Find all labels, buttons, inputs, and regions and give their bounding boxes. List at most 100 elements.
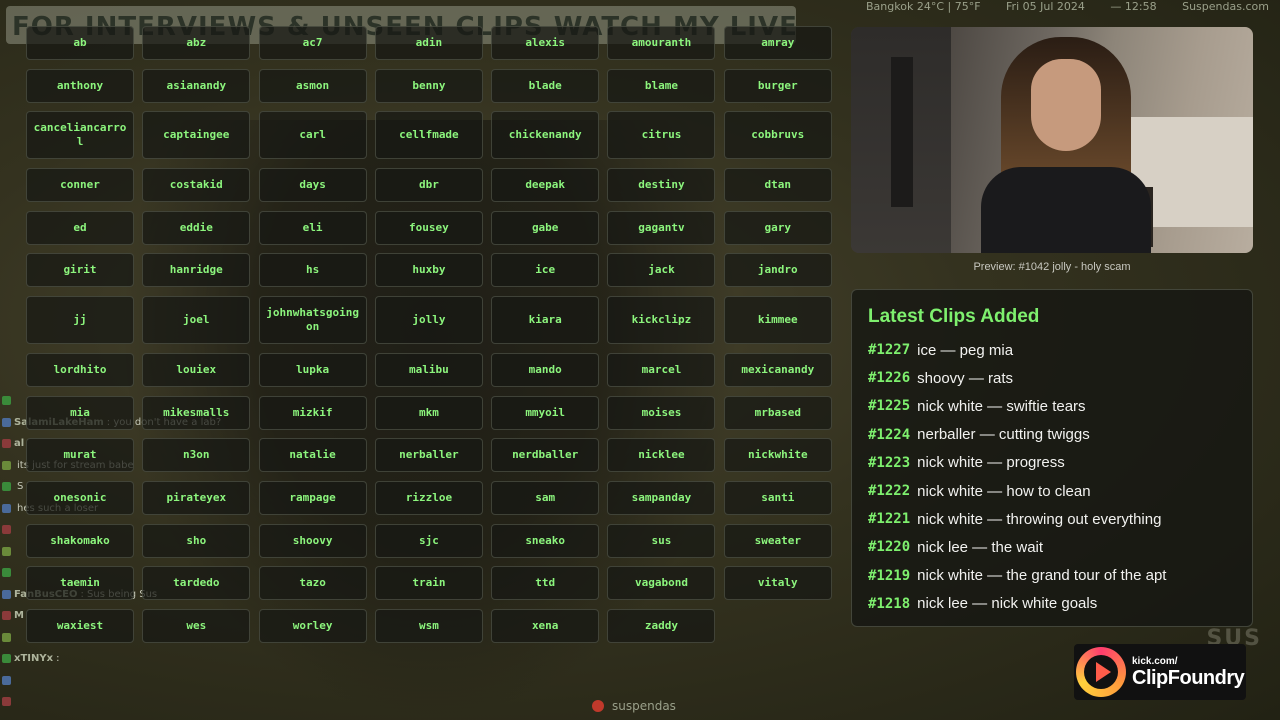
name-button-joel[interactable]: joel [142,296,251,345]
name-button-asianandy[interactable]: asianandy [142,68,251,103]
name-button-fousey[interactable]: fousey [374,210,483,245]
name-button-burger[interactable]: burger [723,68,832,103]
name-button-eddie[interactable]: eddie [142,210,251,245]
name-button-ab[interactable]: ab [26,26,134,60]
name-button-alexis[interactable]: alexis [491,26,600,60]
clip-row[interactable]: #1220 nick lee — the wait [868,533,1236,561]
name-button-ice[interactable]: ice [491,253,600,288]
name-button-nerballer[interactable]: nerballer [374,438,483,473]
name-button-ttd[interactable]: ttd [491,566,600,601]
name-button-zaddy[interactable]: zaddy [607,608,716,643]
clip-row[interactable]: #1225 nick white — swiftie tears [868,392,1236,420]
name-button-huxby[interactable]: huxby [374,253,483,288]
name-button-xena[interactable]: xena [491,608,600,643]
name-button-pirateyex[interactable]: pirateyex [142,480,251,515]
name-button-days[interactable]: days [258,168,367,203]
name-button-rizzloe[interactable]: rizzloe [374,480,483,515]
name-button-dbr[interactable]: dbr [374,168,483,203]
name-button-canceliancarrol[interactable]: canceliancarrol [26,111,134,160]
name-button-sweater[interactable]: sweater [723,523,832,558]
name-button-train[interactable]: train [374,566,483,601]
name-button-hs[interactable]: hs [258,253,367,288]
name-button-lupka[interactable]: lupka [258,352,367,387]
name-button-marcel[interactable]: marcel [607,352,716,387]
name-button-nerdballer[interactable]: nerdballer [491,438,600,473]
name-button-mando[interactable]: mando [491,352,600,387]
clip-row[interactable]: #1222 nick white — how to clean [868,477,1236,505]
name-button-jack[interactable]: jack [607,253,716,288]
name-button-tardedo[interactable]: tardedo [142,566,251,601]
name-button-lordhito[interactable]: lordhito [26,352,134,387]
name-button-moises[interactable]: moises [607,395,716,430]
name-button-gagantv[interactable]: gagantv [607,210,716,245]
name-button-cellfmade[interactable]: cellfmade [374,111,483,160]
name-button-wsm[interactable]: wsm [374,608,483,643]
name-button-carl[interactable]: carl [258,111,367,160]
name-button-cobbruvs[interactable]: cobbruvs [723,111,832,160]
name-button-captaingee[interactable]: captaingee [142,111,251,160]
name-button-deepak[interactable]: deepak [491,168,600,203]
name-button-taemin[interactable]: taemin [26,566,134,601]
clip-row[interactable]: #1221 nick white — throwing out everythin… [868,505,1236,533]
name-button-hanridge[interactable]: hanridge [142,253,251,288]
name-button-anthony[interactable]: anthony [26,68,134,103]
name-button-blame[interactable]: blame [607,68,716,103]
name-button-malibu[interactable]: malibu [374,352,483,387]
name-button-jj[interactable]: jj [26,296,134,345]
name-button-kiara[interactable]: kiara [491,296,600,345]
name-button-onesonic[interactable]: onesonic [26,480,134,515]
name-button-amouranth[interactable]: amouranth [607,26,716,60]
name-button-n3on[interactable]: n3on [142,438,251,473]
name-button-murat[interactable]: murat [26,438,134,473]
name-button-citrus[interactable]: citrus [607,111,716,160]
name-button-gabe[interactable]: gabe [491,210,600,245]
name-button-ac7[interactable]: ac7 [258,26,367,60]
name-button-rampage[interactable]: rampage [258,480,367,515]
name-button-mia[interactable]: mia [26,395,134,430]
name-button-sjc[interactable]: sjc [374,523,483,558]
clip-row[interactable]: #1226 shoovy — rats [868,364,1236,392]
name-button-mrbased[interactable]: mrbased [723,395,832,430]
name-button-sneako[interactable]: sneako [491,523,600,558]
name-button-blade[interactable]: blade [491,68,600,103]
name-button-wes[interactable]: wes [142,608,251,643]
name-button-nickwhite[interactable]: nickwhite [723,438,832,473]
name-button-jolly[interactable]: jolly [374,296,483,345]
name-button-sus[interactable]: sus [607,523,716,558]
name-button-tazo[interactable]: tazo [258,566,367,601]
clip-row[interactable]: #1224 nerballer — cutting twiggs [868,421,1236,449]
name-button-worley[interactable]: worley [258,608,367,643]
name-button-mizkif[interactable]: mizkif [258,395,367,430]
name-button-costakid[interactable]: costakid [142,168,251,203]
name-button-shakomako[interactable]: shakomako [26,523,134,558]
name-button-sho[interactable]: sho [142,523,251,558]
name-button-nicklee[interactable]: nicklee [607,438,716,473]
name-button-mexicanandy[interactable]: mexicanandy [723,352,832,387]
clip-preview-video[interactable] [851,27,1253,253]
clip-row[interactable]: #1223 nick white — progress [868,449,1236,477]
clip-row[interactable]: #1219 nick white — the grand tour of the … [868,562,1236,590]
name-button-sampanday[interactable]: sampanday [607,480,716,515]
name-button-asmon[interactable]: asmon [258,68,367,103]
name-button-jandro[interactable]: jandro [723,253,832,288]
name-button-vagabond[interactable]: vagabond [607,566,716,601]
name-button-dtan[interactable]: dtan [723,168,832,203]
name-button-abz[interactable]: abz [142,26,251,60]
name-button-sam[interactable]: sam [491,480,600,515]
name-button-benny[interactable]: benny [374,68,483,103]
name-button-girit[interactable]: girit [26,253,134,288]
name-button-mikesmalls[interactable]: mikesmalls [142,395,251,430]
name-button-vitaly[interactable]: vitaly [723,566,832,601]
name-button-chickenandy[interactable]: chickenandy [491,111,600,160]
name-button-adin[interactable]: adin [374,26,483,60]
name-button-waxiest[interactable]: waxiest [26,608,134,643]
name-button-johnwhatsgoingon[interactable]: johnwhatsgoingon [258,296,367,345]
name-button-ed[interactable]: ed [26,210,134,245]
name-button-gary[interactable]: gary [723,210,832,245]
name-button-santi[interactable]: santi [723,480,832,515]
name-button-destiny[interactable]: destiny [607,168,716,203]
clip-row[interactable]: #1227 ice — peg mia [868,336,1236,364]
name-button-kimmee[interactable]: kimmee [723,296,832,345]
name-button-natalie[interactable]: natalie [258,438,367,473]
clip-row[interactable]: #1218 nick lee — nick white goals [868,590,1236,618]
